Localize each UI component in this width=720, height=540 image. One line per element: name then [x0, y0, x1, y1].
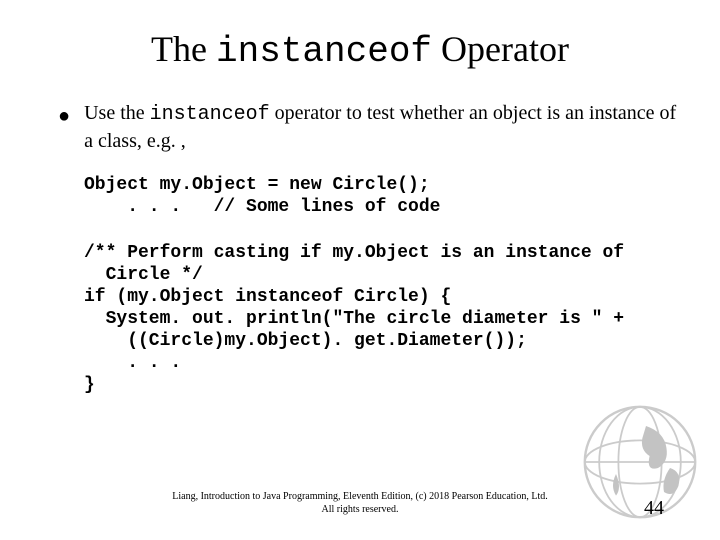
title-mono: instanceof — [216, 31, 432, 72]
page-number: 44 — [644, 497, 664, 520]
title-post: Operator — [432, 29, 569, 69]
footer-line-2: All rights reserved. — [0, 503, 720, 516]
bullet-pre: Use the — [84, 102, 150, 124]
bullet-mono: instanceof — [150, 103, 270, 126]
bullet-item: ● Use the instanceof operator to test wh… — [58, 100, 680, 154]
footer-line-1: Liang, Introduction to Java Programming,… — [0, 490, 720, 503]
bullet-dot-icon: ● — [58, 102, 70, 130]
bullet-text: Use the instanceof operator to test whet… — [84, 100, 680, 154]
slide: The instanceof Operator ● Use the instan… — [0, 0, 720, 540]
title-pre: The — [151, 29, 216, 69]
code-block-2: /** Perform casting if my.Object is an i… — [84, 242, 660, 396]
footer: Liang, Introduction to Java Programming,… — [0, 490, 720, 516]
slide-title: The instanceof Operator — [40, 28, 680, 72]
code-block-1: Object my.Object = new Circle(); . . . /… — [84, 174, 660, 218]
